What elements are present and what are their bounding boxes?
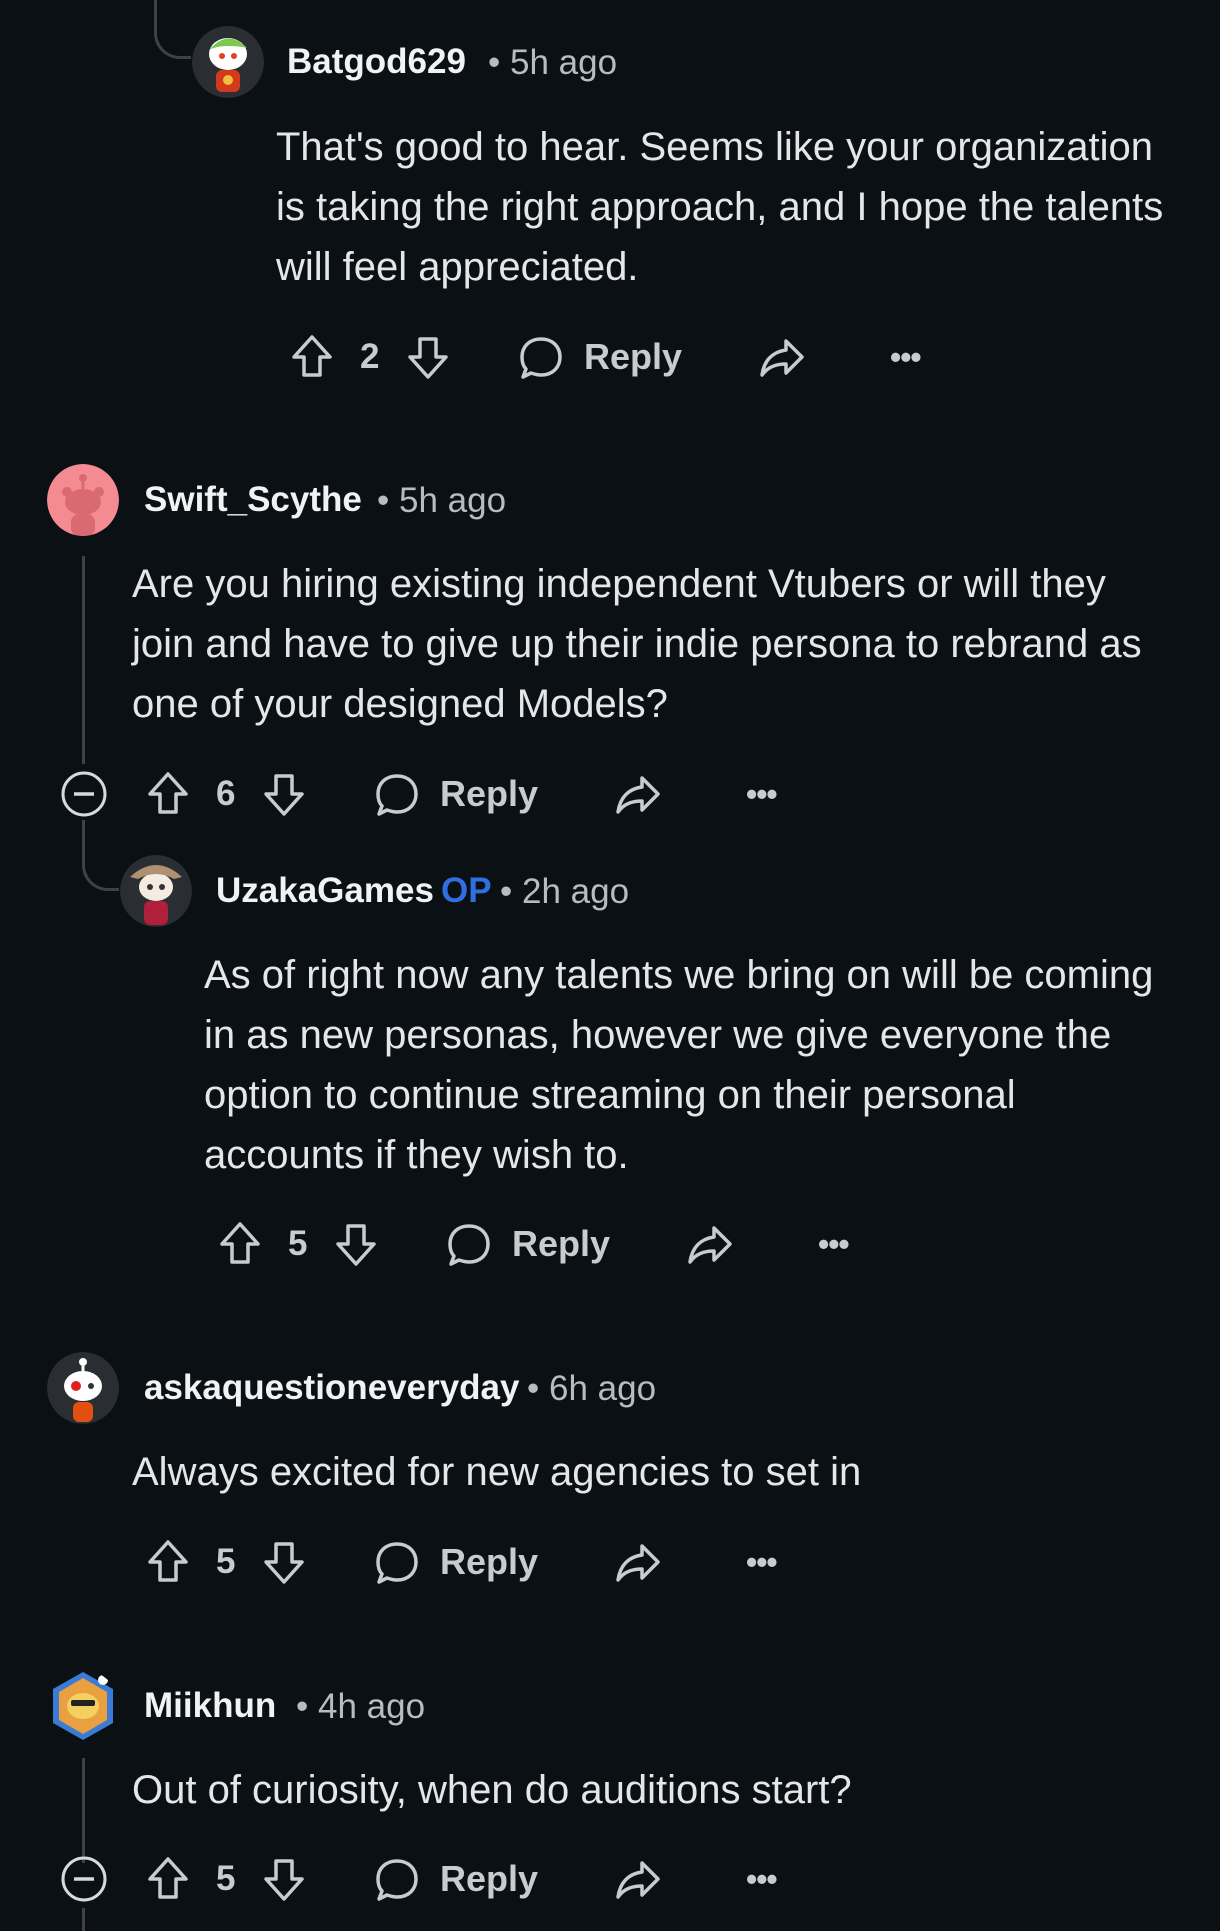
username[interactable]: Batgod629 (287, 42, 466, 82)
comment-body: Are you hiring existing independent Vtub… (132, 562, 1142, 726)
downvote-button[interactable] (260, 770, 308, 818)
speech-bubble-icon (376, 1859, 418, 1901)
arrow-up-icon (148, 772, 188, 814)
collapse-minus-icon (61, 771, 107, 817)
thread-connector (154, 0, 191, 59)
more-options-button[interactable]: ••• (746, 1849, 778, 1909)
share-button[interactable] (686, 1222, 734, 1268)
reply-icon[interactable] (446, 1222, 492, 1268)
comment-body: Out of curiosity, when do auditions star… (132, 1768, 852, 1812)
vote-count: 5 (216, 1859, 236, 1898)
arrow-up-icon (148, 1540, 188, 1582)
upvote-button[interactable] (144, 1538, 192, 1586)
op-badge: OP (441, 871, 492, 910)
vote-count: 5 (216, 1542, 236, 1581)
username[interactable]: Miikhun (144, 1686, 276, 1726)
thread-line (82, 556, 85, 764)
upvote-button[interactable] (144, 1855, 192, 1903)
share-arrow-icon (616, 776, 660, 814)
collapse-thread-button[interactable] (60, 770, 108, 818)
share-arrow-icon (760, 339, 804, 377)
snoo-avatar-icon (192, 26, 264, 98)
collapse-thread-button[interactable] (60, 1855, 108, 1903)
collapse-minus-icon (61, 1856, 107, 1902)
upvote-button[interactable] (144, 770, 192, 818)
timestamp: • 2h ago (500, 872, 630, 911)
vote-count: 2 (360, 337, 380, 376)
arrow-up-icon (220, 1222, 260, 1264)
arrow-down-icon (408, 337, 448, 379)
share-arrow-icon (688, 1226, 732, 1264)
share-arrow-icon (616, 1861, 660, 1899)
speech-bubble-icon (376, 774, 418, 816)
reply-button[interactable]: Reply (512, 1214, 610, 1274)
reply-icon[interactable] (374, 772, 420, 818)
reply-icon[interactable] (374, 1540, 420, 1586)
more-options-button[interactable]: ••• (890, 327, 922, 387)
arrow-down-icon (264, 1542, 304, 1584)
share-button[interactable] (614, 772, 662, 818)
thread-line (82, 1908, 85, 1931)
downvote-button[interactable] (260, 1855, 308, 1903)
reply-button[interactable]: Reply (584, 327, 682, 387)
speech-bubble-icon (376, 1542, 418, 1584)
arrow-down-icon (336, 1224, 376, 1266)
share-button[interactable] (614, 1540, 662, 1586)
timestamp: • 4h ago (296, 1687, 426, 1726)
thread-line (82, 1758, 85, 1863)
comment-body: As of right now any talents we bring on … (204, 953, 1154, 1177)
reply-icon[interactable] (518, 335, 564, 381)
comment-actions: 2 Reply ••• (288, 327, 948, 387)
username[interactable]: askaquestioneveryday (144, 1368, 519, 1408)
downvote-button[interactable] (260, 1538, 308, 1586)
snoo-avatar-icon (47, 1352, 119, 1424)
share-arrow-icon (616, 1544, 660, 1582)
arrow-up-icon (292, 335, 332, 377)
downvote-button[interactable] (332, 1220, 380, 1268)
reply-button[interactable]: Reply (440, 764, 538, 824)
avatar[interactable] (47, 1352, 119, 1424)
timestamp: • 5h ago (377, 481, 507, 520)
vote-count: 5 (288, 1224, 308, 1263)
snoo-avatar-icon (120, 855, 192, 927)
username[interactable]: Swift_Scythe (144, 480, 362, 520)
vote-count: 6 (216, 774, 236, 813)
reply-button[interactable]: Reply (440, 1849, 538, 1909)
reply-button[interactable]: Reply (440, 1532, 538, 1592)
speech-bubble-icon (448, 1224, 490, 1266)
more-options-button[interactable]: ••• (818, 1214, 850, 1274)
snoo-avatar-icon (47, 464, 119, 536)
avatar[interactable] (120, 855, 192, 927)
downvote-button[interactable] (404, 333, 452, 381)
more-options-button[interactable]: ••• (746, 764, 778, 824)
snoo-avatar-icon (53, 1672, 113, 1740)
comment-actions: 6 Reply ••• (58, 764, 798, 824)
share-button[interactable] (614, 1857, 662, 1903)
arrow-down-icon (264, 1859, 304, 1901)
more-options-button[interactable]: ••• (746, 1532, 778, 1592)
comment-body: That's good to hear. Seems like your org… (276, 125, 1164, 289)
upvote-button[interactable] (288, 333, 336, 381)
timestamp: • 5h ago (488, 43, 618, 82)
avatar[interactable] (47, 464, 119, 536)
username[interactable]: UzakaGames (216, 871, 434, 911)
comment-actions: 5 Reply ••• (144, 1532, 804, 1592)
arrow-up-icon (148, 1857, 188, 1899)
comment-actions: 5 Reply ••• (216, 1214, 876, 1274)
avatar[interactable] (192, 26, 264, 98)
timestamp: • 6h ago (527, 1369, 657, 1408)
arrow-down-icon (264, 774, 304, 816)
comment-body: Always excited for new agencies to set i… (132, 1450, 862, 1494)
reply-icon[interactable] (374, 1857, 420, 1903)
speech-bubble-icon (520, 337, 562, 379)
comment-actions: 5 Reply ••• (58, 1849, 798, 1909)
avatar[interactable] (47, 1670, 119, 1742)
share-button[interactable] (758, 335, 806, 381)
thread-connector (82, 820, 119, 891)
upvote-button[interactable] (216, 1220, 264, 1268)
